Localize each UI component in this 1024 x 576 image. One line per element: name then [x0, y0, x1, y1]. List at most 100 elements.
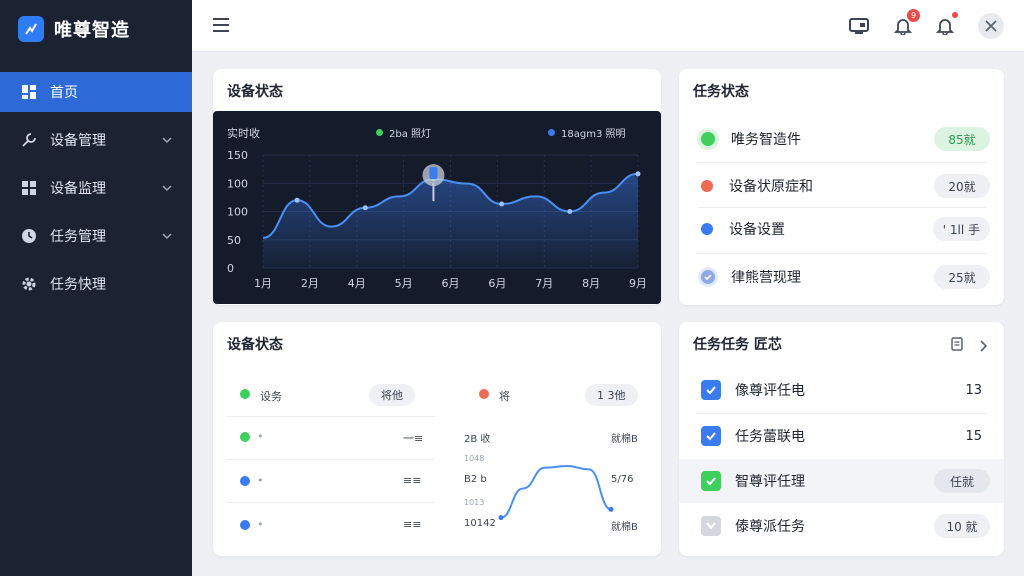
x-tick-label: 4月: [348, 277, 366, 290]
task-status-row[interactable]: 设备状原症和 20就: [679, 164, 1004, 208]
mini-chart-label: 10142: [464, 518, 496, 529]
device-row-value: ≡≡: [403, 518, 422, 531]
task-list-label: 像尊评任电: [735, 383, 805, 399]
status-dot: [701, 132, 715, 146]
y-tick-label: 0: [227, 262, 234, 275]
task-list-row[interactable]: 傣尊派任务 10 就: [679, 504, 1004, 548]
sidebar-item-task-management[interactable]: 任务管理: [0, 216, 192, 256]
sidebar-item-label: 设备管理: [50, 133, 106, 149]
mini-chart-label: 1048: [464, 454, 485, 463]
sidebar-item-label: 设备监理: [50, 181, 106, 197]
data-point: [608, 506, 614, 512]
tooltip-marker: [429, 167, 438, 180]
device-row-value: 一≡: [403, 432, 424, 445]
close-icon[interactable]: [978, 13, 1004, 39]
task-status-row[interactable]: 唯务智造件 85就: [679, 117, 1004, 161]
brand[interactable]: 唯尊智造: [0, 0, 192, 58]
task-status-row[interactable]: 律熊营现理 25就: [679, 255, 1004, 299]
status-pill: ' 1ll 手: [932, 217, 990, 241]
divider: [227, 416, 435, 417]
y-tick-label: 50: [227, 234, 241, 247]
sidebar-nav: 首页 设备管理 设备监理 任务管理 任务快理: [0, 72, 192, 304]
chevron-right-icon[interactable]: [978, 337, 988, 356]
checkbox-checked-icon[interactable]: [701, 426, 721, 446]
gear-icon: [20, 275, 38, 293]
notification-badge: 9: [907, 9, 920, 22]
task-list-row[interactable]: 智尊评任理 任就: [679, 459, 1004, 503]
data-point: [635, 171, 641, 177]
grid-icon: [20, 179, 38, 197]
x-tick-label: 9月: [629, 277, 647, 290]
data-point: [362, 205, 368, 211]
mini-series-line: [500, 464, 612, 519]
task-status-card: 任务状态 唯务智造件 85就 设备状原症和 20就 设备设置 ' 1ll 手 律…: [679, 69, 1004, 305]
sidebar-item-home[interactable]: 首页: [0, 72, 192, 112]
mini-chart-label: 1013: [464, 498, 485, 507]
task-pill: 10 就: [934, 514, 990, 538]
status-pill: 85就: [934, 127, 990, 151]
check-circle-icon: [701, 270, 715, 284]
status-dot: [701, 223, 713, 235]
task-count: 15: [965, 428, 982, 444]
task-list-row[interactable]: 任务蕾联电 15: [679, 414, 1004, 458]
mini-chart-label: B2 b: [464, 474, 487, 485]
sidebar-item-device-supervision[interactable]: 设备监理: [0, 168, 192, 208]
task-pill: 任就: [934, 469, 990, 493]
menu-icon[interactable]: [212, 17, 230, 37]
brand-name: 唯尊智造: [54, 20, 130, 41]
document-icon[interactable]: [950, 336, 964, 355]
checkbox-checked-icon[interactable]: [701, 380, 721, 400]
monitor-icon[interactable]: [848, 15, 870, 37]
checkbox-checked-icon[interactable]: [701, 471, 721, 491]
task-list-label: 傣尊派任务: [735, 519, 805, 535]
device-label: 设务: [260, 390, 282, 403]
alert-dot: [952, 12, 958, 18]
chevron-down-icon: [162, 133, 172, 149]
x-tick-label: 7月: [535, 277, 553, 290]
status-dot: [479, 389, 489, 399]
task-status-label: 设备状原症和: [729, 179, 813, 195]
status-dot: [240, 389, 250, 399]
dashboard-grid-icon: [20, 83, 38, 101]
chevron-down-icon: [162, 181, 172, 197]
data-point: [499, 201, 505, 207]
data-point: [567, 209, 573, 214]
task-list-card: 任务任务 匠芯 像尊评任电 13 任务蕾联电 15 智尊评任理 任就 傣尊派任务…: [679, 322, 1004, 556]
device-row-label: •: [257, 474, 264, 487]
x-tick-label: 6月: [488, 277, 506, 290]
sidebar-item-label: 任务管理: [50, 229, 106, 245]
x-tick-label: 1月: [254, 277, 272, 290]
task-list-row[interactable]: 像尊评任电 13: [679, 368, 1004, 412]
mini-chart-label: 2B 收: [464, 434, 491, 445]
mini-line-chart: [498, 464, 614, 521]
device-status-card: 设备状态 设务 将他 将 1 3他 • 一≡ • ≡≡ • ≡≡ 2B 收 10…: [213, 322, 661, 556]
sidebar-item-device-management[interactable]: 设备管理: [0, 120, 192, 160]
task-count: 13: [965, 382, 982, 398]
card-title: 任务状态: [693, 84, 749, 100]
status-pill: 25就: [934, 265, 990, 289]
y-tick-label: 100: [227, 206, 248, 219]
data-point: [294, 197, 300, 203]
chevron-down-icon: [162, 229, 172, 245]
task-status-label: 唯务智造件: [731, 132, 801, 148]
sidebar-item-task-quick[interactable]: 任务快理: [0, 264, 192, 304]
status-dot: [701, 180, 713, 192]
task-status-row[interactable]: 设备设置 ' 1ll 手: [679, 207, 1004, 251]
chart-logo-icon: [18, 16, 44, 42]
x-tick-label: 5月: [395, 277, 413, 290]
status-dot: [240, 476, 250, 486]
checkbox-partial-icon[interactable]: [701, 516, 721, 536]
device-label: 将: [499, 390, 510, 403]
task-list-label: 任务蕾联电: [735, 429, 805, 445]
status-dot: [240, 520, 250, 530]
sidebar: 唯尊智造 首页 设备管理 设备监理 任务管理 任务快理: [0, 0, 192, 576]
divider: [697, 253, 986, 254]
card-title: 任务任务 匠芯: [693, 337, 782, 353]
device-row-label: •: [257, 518, 264, 531]
sidebar-item-label: 首页: [50, 85, 78, 101]
y-tick-label: 150: [227, 149, 248, 162]
device-row-value: ≡≡: [403, 474, 422, 487]
y-tick-label: 100: [227, 177, 248, 190]
bell-icon[interactable]: 9: [892, 9, 920, 37]
alert-bell-icon[interactable]: [934, 12, 958, 37]
